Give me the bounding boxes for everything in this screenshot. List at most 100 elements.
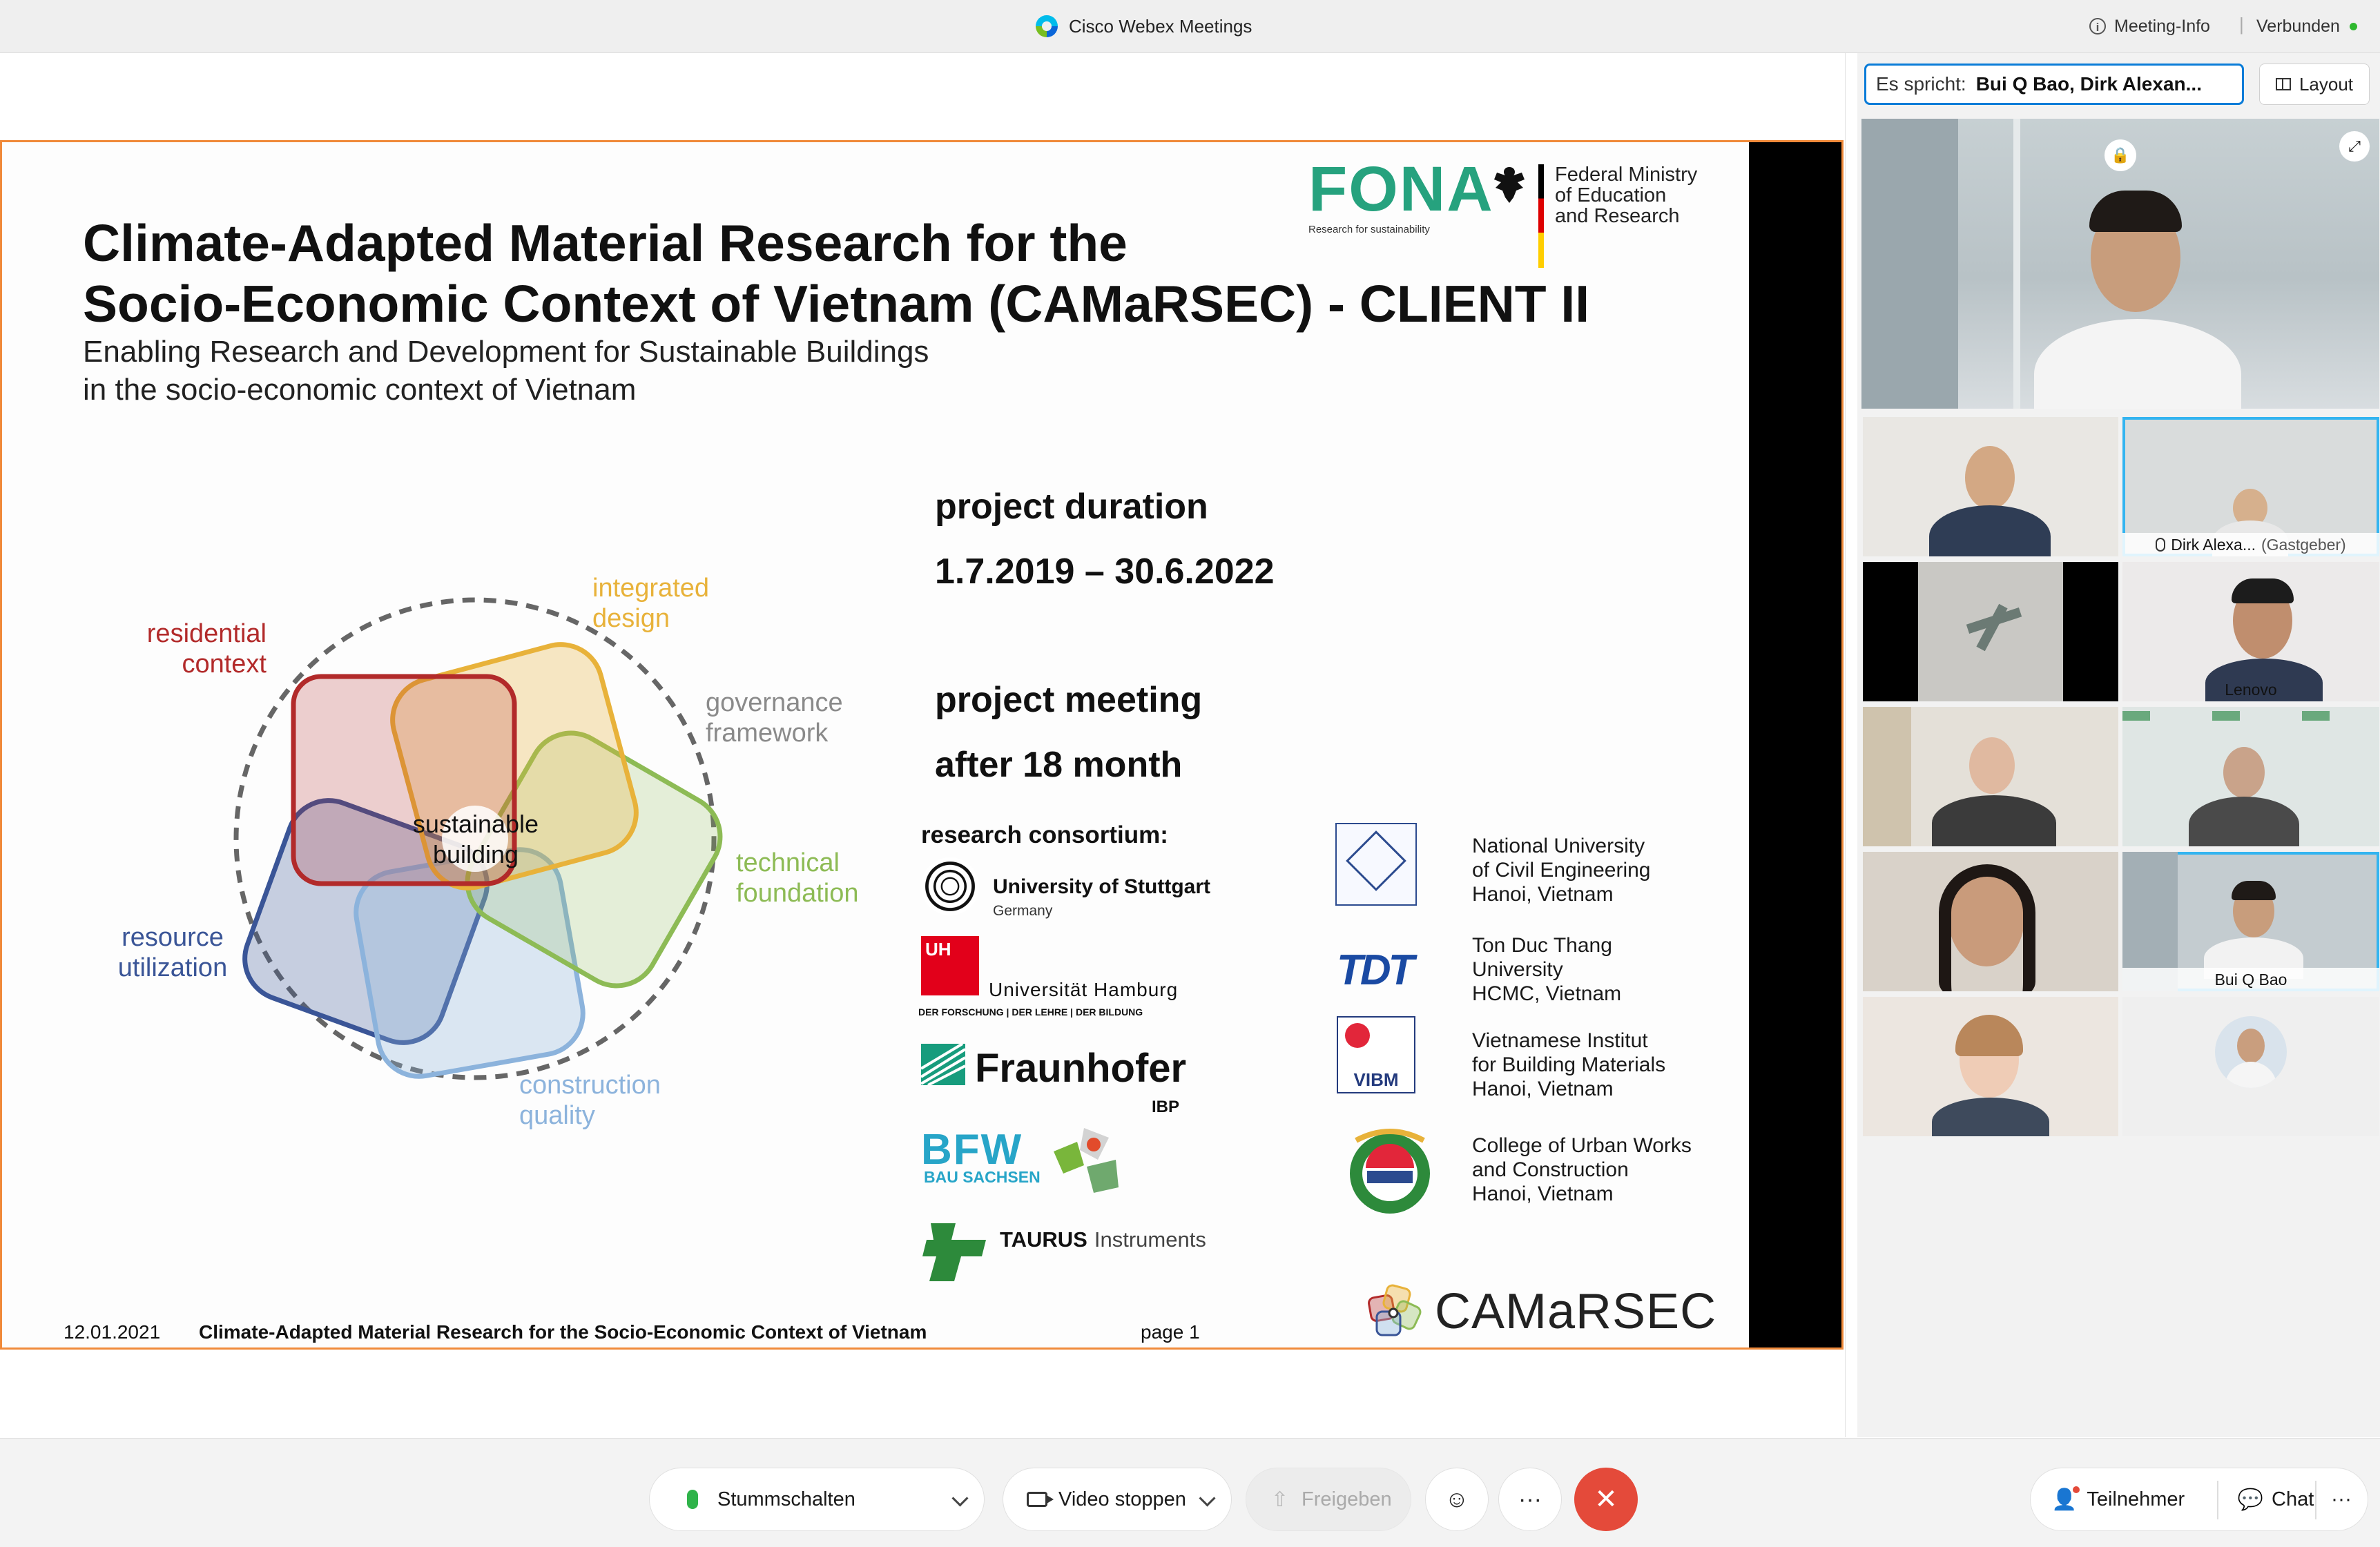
tile-2-mic-icon: [2156, 538, 2166, 552]
slide-subtitle-line2: in the socio-economic context of Vietnam: [83, 373, 637, 407]
camera-icon: [1027, 1492, 1054, 1507]
info-icon: i: [2089, 18, 2106, 35]
share-icon: ⇧: [1271, 1488, 1289, 1511]
panel-more-icon: ···: [2331, 1488, 2352, 1510]
video-tile-10[interactable]: [2122, 997, 2379, 1136]
slide-title-line2: Socio-Economic Context of Vietnam (CAMaR…: [83, 275, 1590, 333]
tile-2-role: (Gastgeber): [2261, 535, 2346, 554]
video-tile-3[interactable]: [1863, 562, 2118, 701]
center-label-line1: sustainable: [412, 810, 539, 838]
more-icon: ···: [1518, 1486, 1542, 1512]
technical-line1: technical: [736, 848, 840, 877]
tile-1-name: [1863, 533, 2118, 556]
connected-dot-icon: [2349, 22, 2357, 30]
fraunhofer-name: Fraunhofer: [975, 1046, 1187, 1091]
chat-button[interactable]: 💬 Chat: [2217, 1468, 2321, 1530]
participants-button[interactable]: 👤 Teilnehmer: [2051, 1486, 2185, 1512]
residential-line1: residential: [146, 619, 267, 648]
project-meeting-label: project meeting: [935, 680, 1203, 720]
main-video-tile[interactable]: 🔒 ⤢: [1861, 119, 2379, 409]
lock-icon[interactable]: 🔒: [2105, 139, 2136, 171]
participants-alert-dot: [2073, 1486, 2080, 1493]
cuwc-line3: Hanoi, Vietnam: [1472, 1183, 1614, 1205]
tdt-line2: University: [1472, 958, 1563, 981]
expand-icon[interactable]: ⤢: [2339, 131, 2370, 162]
stuttgart-sub: Germany: [993, 903, 1053, 919]
stop-video-button[interactable]: Video stoppen: [1003, 1468, 1232, 1531]
video-label: Video stoppen: [1058, 1488, 1186, 1510]
german-flag-bar: [1538, 164, 1544, 268]
video-options-chevron-icon[interactable]: [1199, 1490, 1216, 1507]
vibm-line3: Hanoi, Vietnam: [1472, 1078, 1614, 1100]
nuce-line1: National University: [1472, 835, 1645, 857]
chat-icon: 💬: [2237, 1488, 2264, 1511]
construction-line2: quality: [519, 1101, 595, 1130]
camarsec-name: CAMaRSEC: [1435, 1284, 1717, 1339]
participants-icon: 👤: [2051, 1486, 2080, 1512]
slide-footer-date: 12.01.2021: [64, 1321, 161, 1343]
fona-logo: FONA Research for sustainability: [1308, 157, 1494, 235]
project-meeting-value: after 18 month: [935, 745, 1183, 785]
tile-10-name: [2122, 1113, 2379, 1136]
slide-page-number: page 1: [1141, 1321, 1200, 1343]
meeting-info-button[interactable]: i Meeting-Info: [2089, 12, 2210, 40]
video-tile-2[interactable]: Dirk Alexa... (Gastgeber): [2122, 417, 2379, 556]
slide-letterbox: [1749, 142, 1841, 1347]
camarsec-logo: CAMaRSEC: [1367, 1283, 1716, 1341]
more-options-button[interactable]: ···: [1498, 1468, 1562, 1531]
tile-8-name: Bui Q Bao: [2214, 970, 2287, 989]
app-title: Cisco Webex Meetings: [1036, 11, 1252, 41]
construction-line1: construction: [519, 1071, 661, 1100]
diagram-center-label: sustainable building: [403, 809, 548, 870]
hamburg-logo-icon: UH: [921, 936, 979, 995]
title-separator: |: [2239, 14, 2244, 35]
tile-6-name: [2122, 823, 2379, 846]
controls-divider-2: [2315, 1481, 2316, 1519]
video-tile-7[interactable]: [1863, 852, 2118, 991]
speaking-label: Es spricht:: [1876, 73, 1966, 95]
vibm-line1: Vietnamese Institut: [1472, 1029, 1648, 1052]
share-label: Freigeben: [1302, 1488, 1392, 1510]
video-tile-6[interactable]: [2122, 707, 2379, 846]
connection-status-label: Verbunden: [2256, 16, 2340, 36]
tdt-logo: TDT: [1337, 946, 1415, 994]
residential-context-label: residential context: [137, 619, 267, 679]
video-tile-5[interactable]: [1863, 707, 2118, 846]
taurus-logo-icon: [922, 1223, 986, 1281]
panel-more-button[interactable]: ···: [2321, 1468, 2362, 1530]
tile-8-nameplate: Bui Q Bao: [2122, 968, 2379, 991]
tdt-text: Ton Duc Thang University HCMC, Vietnam: [1472, 933, 1621, 1006]
bfw-sub: BAU SACHSEN: [924, 1168, 1041, 1186]
video-tile-1[interactable]: [1863, 417, 2118, 556]
active-speaker-indicator[interactable]: Es spricht: Bui Q Bao, Dirk Alexan...: [1864, 64, 2244, 105]
webex-logo-icon: [1036, 15, 1058, 37]
taurus-name: TAURUS: [1000, 1227, 1087, 1252]
layout-label: Layout: [2299, 73, 2354, 95]
microphone-icon: [687, 1490, 698, 1509]
panel-controls-group: 👤 Teilnehmer 💬 Chat ···: [2030, 1468, 2368, 1531]
vibm-badge: VIBM: [1353, 1069, 1399, 1090]
end-meeting-button[interactable]: ✕: [1574, 1468, 1638, 1531]
technical-line2: foundation: [736, 879, 859, 908]
stuttgart-name: University of Stuttgart: [993, 875, 1211, 898]
mute-button[interactable]: Stummschalten: [649, 1468, 985, 1531]
tile-4-nameplate: Lenovo: [2122, 678, 2379, 701]
fraunhofer-sub: IBP: [1152, 1098, 1180, 1116]
federal-eagle-icon: [1494, 167, 1525, 203]
taurus-sub: Instruments: [1094, 1227, 1206, 1252]
resource-line1: resource: [122, 923, 224, 952]
reactions-button[interactable]: ☺: [1425, 1468, 1489, 1531]
video-tile-9[interactable]: [1863, 997, 2118, 1136]
video-tile-8[interactable]: Bui Q Bao: [2122, 852, 2379, 991]
speaking-names: Bui Q Bao, Dirk Alexan...: [1975, 73, 2202, 95]
tile-9-name: [1863, 1113, 2118, 1136]
mute-options-chevron-icon[interactable]: [951, 1490, 969, 1507]
layout-button[interactable]: Layout: [2259, 64, 2370, 105]
vibm-line2: for Building Materials: [1472, 1053, 1666, 1076]
integrated-design-label: integrated design: [592, 573, 709, 634]
ministry-line3: and Research: [1555, 205, 1680, 227]
consortium-title: research consortium:: [921, 821, 1168, 848]
video-tile-4[interactable]: Lenovo: [2122, 562, 2379, 701]
share-button[interactable]: ⇧ Freigeben: [1246, 1468, 1411, 1531]
ministry-logo: Federal Ministry of Education and Resear…: [1491, 164, 1697, 268]
